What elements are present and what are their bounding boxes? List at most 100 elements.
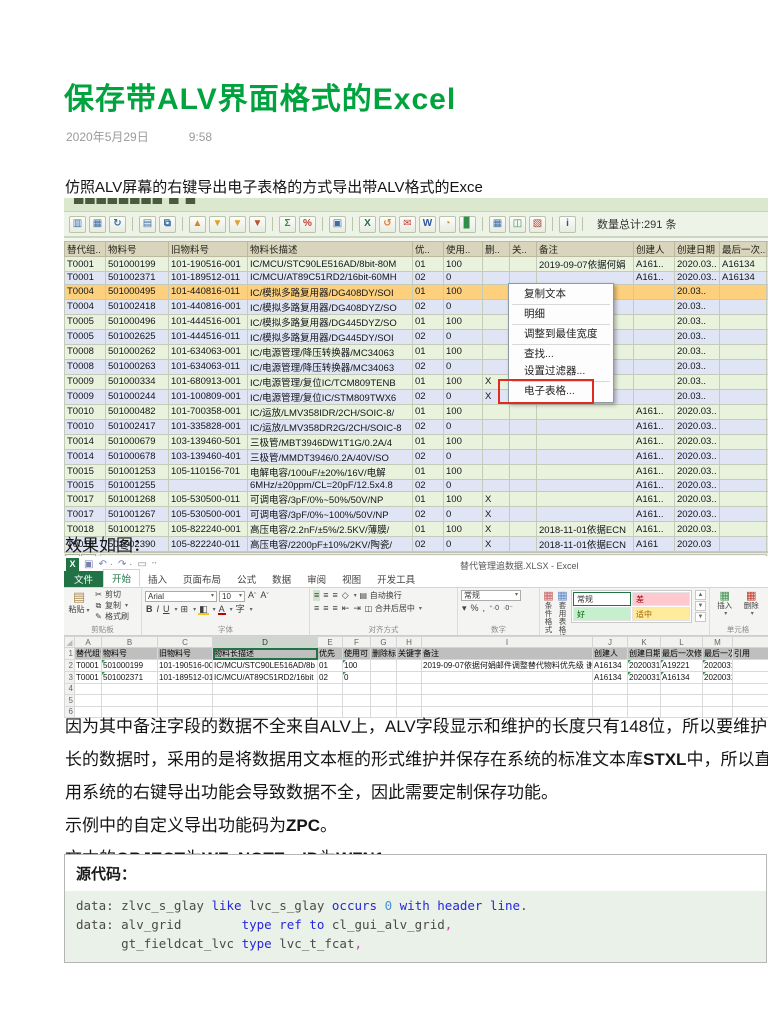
sap-cell[interactable]: X [482, 536, 510, 553]
format-as-table-button[interactable]: ▦ 套用表格格式▾ [557, 590, 568, 635]
context-menu-item[interactable]: 查找... [509, 346, 613, 363]
style-chip[interactable]: 好 [573, 607, 631, 621]
excel-row-header[interactable]: 4 [64, 682, 75, 695]
sap-table-row[interactable]: T0017 501001268 105-530500-011 可调电容/3pF/0%~… [64, 491, 768, 508]
excel-cell[interactable]: 501002371 [101, 671, 158, 684]
sap-cell[interactable]: X [482, 521, 510, 538]
sap-cell[interactable] [509, 433, 537, 450]
excel-cell[interactable] [317, 694, 343, 707]
excel-cell[interactable]: 501000199 [101, 659, 158, 672]
italic-button[interactable]: I [156, 604, 161, 615]
redo-icon[interactable]: ↷ · [118, 558, 133, 571]
sap-cell[interactable]: 20.03.. [674, 313, 720, 330]
sap-cell[interactable]: T0009 [64, 388, 106, 405]
sap-cell[interactable]: 2020.03.. [674, 271, 720, 285]
context-menu-item[interactable]: 设置过滤器... [509, 363, 613, 380]
sap-column-header[interactable]: 旧物料号 [168, 241, 248, 257]
sap-cell[interactable]: 0 [443, 298, 483, 315]
sap-cell[interactable]: 02 [412, 358, 444, 375]
excel-cell[interactable]: 2019-09-07依据何娟邮件调整替代物料优先级 谢羽 [421, 659, 593, 672]
excel-cell[interactable] [370, 671, 397, 684]
decrease-indent-icon[interactable]: ⇤ [341, 603, 351, 614]
sap-cell[interactable] [719, 418, 767, 435]
excel-cell[interactable] [592, 694, 628, 707]
sap-cell[interactable] [536, 491, 634, 508]
sap-table-row[interactable]: T0015 501001253 105-110156-701 电解电容/100uF/±… [64, 463, 768, 480]
excel-tab[interactable]: 开发工具 [369, 571, 423, 587]
word-export-icon[interactable]: W [419, 215, 436, 233]
sap-cell[interactable]: T0008 [64, 358, 106, 375]
excel-column-header[interactable]: E [317, 636, 343, 648]
sap-cell[interactable]: T0015 [64, 478, 106, 493]
sap-cell[interactable]: T0015 [64, 463, 106, 480]
sap-cell[interactable]: A161.. [633, 463, 675, 480]
excel-cell[interactable]: T0001 [74, 659, 102, 672]
sap-cell[interactable]: 20.03.. [674, 388, 720, 405]
sap-column-header[interactable]: 备注 [536, 241, 634, 257]
excel-cell[interactable]: 101-189512-011 [157, 671, 213, 684]
excel-cell[interactable]: T0001 [74, 671, 102, 684]
sap-cell[interactable]: 20.03.. [674, 328, 720, 345]
align-middle-icon[interactable]: ≡ [322, 590, 329, 601]
excel-column-header[interactable]: H [396, 636, 422, 648]
excel-cell[interactable]: A16134 [592, 659, 628, 672]
sap-cell[interactable] [509, 448, 537, 465]
sap-cell[interactable]: 2020.03.. [674, 448, 720, 465]
sap-cell[interactable] [719, 536, 767, 553]
sap-cell[interactable]: T0014 [64, 448, 106, 465]
decrease-decimal-icon[interactable]: ·0⁻ [502, 603, 514, 614]
underline-button[interactable]: U [162, 604, 171, 615]
sap-cell[interactable] [509, 521, 537, 538]
sap-cell[interactable] [509, 491, 537, 508]
sap-cell[interactable] [536, 478, 634, 493]
sap-cell[interactable]: 6MHz/±20ppm/CL=20pF/12.5x4.8 [247, 478, 413, 493]
sap-cell[interactable]: A161.. [633, 403, 675, 420]
sap-cell[interactable] [536, 463, 634, 480]
phonetic-button[interactable]: 字 [235, 604, 246, 615]
sap-cell[interactable]: IC/电源管理/复位IC/STM809TWX6 [247, 388, 413, 405]
sap-cell[interactable] [482, 478, 510, 493]
excel-column-header[interactable]: C [157, 636, 213, 648]
sap-cell[interactable]: IC/模拟多路复用器/DG445DY/SOI [247, 328, 413, 345]
sap-cell[interactable]: IC/MCU/STC90LE516AD/8bit-80M [247, 256, 413, 272]
sap-cell[interactable]: 2020.03.. [674, 433, 720, 450]
sap-column-header[interactable]: 优.. [412, 241, 444, 257]
format-painter-button[interactable]: ✎ 格式刷 [94, 612, 129, 622]
sap-column-header[interactable]: 创建人 [633, 241, 675, 257]
sap-table-row[interactable]: T0018 501002390 105-822240-011 高压电容/2200pF±… [64, 536, 768, 553]
customize-qat-icon[interactable]: ▭ ᠃ [137, 558, 156, 571]
sap-cell[interactable]: 20.03.. [674, 343, 720, 360]
excel-row-header[interactable]: 1 [64, 647, 75, 660]
sap-table-row[interactable]: T0004 501002418 101-440816-001 IC/模拟多路复用器/D… [64, 298, 768, 315]
sap-cell[interactable] [633, 283, 675, 300]
sap-cell[interactable] [482, 328, 510, 345]
sap-cell[interactable]: 501000495 [105, 283, 169, 300]
sap-cell[interactable]: X [482, 506, 510, 523]
excel-tab[interactable]: 插入 [140, 571, 175, 587]
local-file-icon[interactable]: ↺ [379, 215, 396, 233]
undo-icon[interactable]: ↶ · [98, 558, 113, 571]
excel-cell[interactable]: 20200311 [627, 659, 661, 672]
excel-row-header[interactable]: 2 [64, 659, 75, 672]
excel-cell[interactable] [396, 671, 422, 684]
sap-cell[interactable]: 0 [443, 358, 483, 375]
excel-cell[interactable] [702, 694, 733, 707]
sap-cell[interactable]: 101-440816-011 [168, 283, 248, 300]
sap-cell[interactable]: 501001267 [105, 506, 169, 523]
sap-cell[interactable]: 0 [443, 418, 483, 435]
sap-cell[interactable]: 501000679 [105, 433, 169, 450]
excel-cell[interactable] [421, 682, 593, 695]
sap-cell[interactable]: 0 [443, 478, 483, 493]
excel-cell[interactable] [101, 682, 158, 695]
excel-cell[interactable] [627, 694, 661, 707]
sap-cell[interactable]: 01 [412, 283, 444, 300]
sap-cell[interactable] [633, 358, 675, 375]
sap-cell[interactable]: 20.03.. [674, 283, 720, 300]
sap-column-header[interactable]: 关.. [509, 241, 537, 257]
sap-cell[interactable] [509, 403, 537, 420]
sap-cell[interactable]: 01 [412, 433, 444, 450]
sap-cell[interactable]: A161.. [633, 448, 675, 465]
tab-file[interactable]: 文件 [64, 571, 104, 587]
copy-button[interactable]: ⧉ 复制 ▾ [94, 601, 129, 611]
print-icon[interactable]: ▣ [329, 215, 346, 233]
